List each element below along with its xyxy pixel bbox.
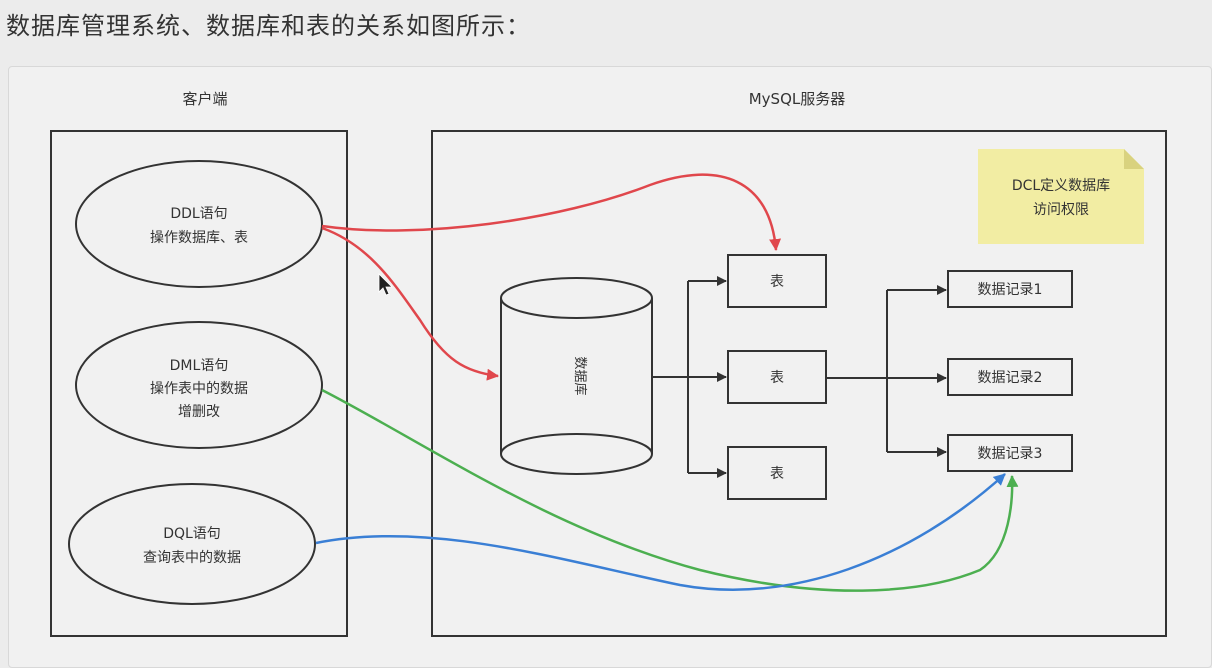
server-title: MySQL服务器 [749, 90, 846, 108]
dcl-note-line1: DCL定义数据库 [1012, 178, 1110, 194]
ddl-node: DDL语句 操作数据库、表 [75, 160, 323, 288]
relationship-diagram: 客户端 MySQL服务器 DDL语句 操作数据库、表 DML语句 操作表中的数据… [50, 90, 1167, 637]
dml-title: DML语句 [170, 358, 229, 374]
record-label: 数据记录3 [978, 446, 1043, 462]
dcl-note-line2: 访问权限 [1033, 202, 1089, 218]
record-node: 数据记录1 [947, 270, 1073, 308]
table-node: 表 [727, 446, 827, 500]
ddl-to-database-arrow [321, 226, 499, 381]
ddl-to-table-arrow [321, 173, 782, 251]
dql-desc: 查询表中的数据 [143, 550, 241, 566]
dql-node: DQL语句 查询表中的数据 [68, 483, 316, 605]
mouse-cursor-icon [378, 273, 393, 296]
database-label: 数据库 [572, 356, 588, 395]
table-label: 表 [770, 274, 784, 290]
db-to-tables-connector [652, 276, 727, 478]
database-cylinder: 数据库 [500, 277, 653, 475]
record-node: 数据记录3 [947, 434, 1073, 472]
dml-node: DML语句 操作表中的数据 增删改 [75, 321, 323, 449]
dcl-note: DCL定义数据库 访问权限 [978, 149, 1144, 244]
dml-desc: 操作表中的数据 [150, 381, 248, 397]
record-label: 数据记录2 [978, 370, 1043, 386]
table-label: 表 [770, 466, 784, 482]
table-node: 表 [727, 254, 827, 308]
client-title: 客户端 [182, 90, 227, 108]
record-node: 数据记录2 [947, 358, 1073, 396]
ddl-desc: 操作数据库、表 [150, 230, 248, 246]
dml-to-record-arrow [321, 388, 1019, 592]
table-to-records-connector [826, 285, 947, 457]
table-label: 表 [770, 370, 784, 386]
record-label: 数据记录1 [978, 282, 1043, 298]
dml-desc-2: 增删改 [178, 404, 220, 420]
dql-title: DQL语句 [163, 526, 221, 542]
table-node: 表 [727, 350, 827, 404]
dql-to-record-arrow [315, 473, 1006, 591]
ddl-title: DDL语句 [170, 206, 227, 222]
